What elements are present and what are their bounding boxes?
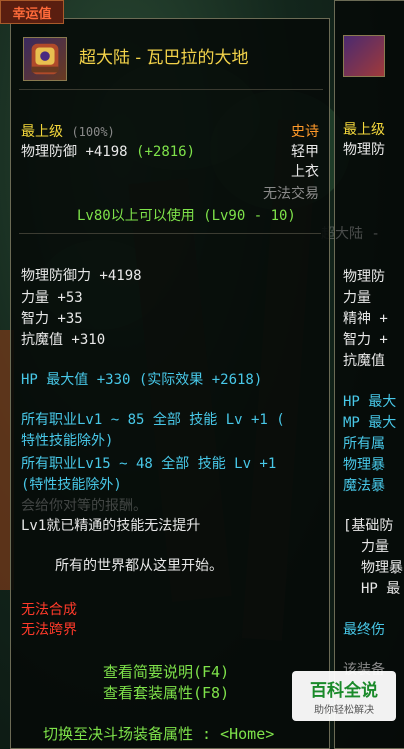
- rarity-label: 史诗: [291, 124, 319, 140]
- defense-value: +4198: [85, 144, 128, 160]
- compare-grade: 最上级: [343, 122, 385, 138]
- item-tooltip: 超大陆 - 瓦巴拉的大地 最上级 (100%) 史诗 物理防御 +4198 (+…: [10, 18, 330, 749]
- stat-line: 抗魔值 +310: [21, 332, 106, 348]
- compare-stat: 精神 +: [343, 311, 388, 327]
- stat-line: 物理防御力 +4198: [21, 268, 142, 284]
- compare-stat2: 所有属: [343, 436, 385, 452]
- tooltip-header: 超大陆 - 瓦巴拉的大地: [19, 29, 323, 90]
- armor-icon: [31, 43, 59, 75]
- restriction-line: 无法合成: [21, 602, 77, 618]
- restriction-line: 无法跨界: [21, 622, 77, 638]
- hp-line: HP 最大值 +330 (实际效果 +2618): [21, 372, 263, 388]
- item-grade: 最上级 (100%): [21, 121, 115, 141]
- compare-final: 最终伤: [343, 622, 385, 638]
- compare-box-line: HP 最: [361, 581, 401, 597]
- watermark-main: 百科全说: [310, 681, 378, 701]
- skill-line: 所有职业Lv15 ~ 48 全部 技能 Lv +1: [21, 456, 277, 472]
- compare-stat2: 物理暴: [343, 457, 385, 473]
- lucky-value-tab[interactable]: 幸运值: [0, 0, 64, 24]
- compare-item-icon: [343, 35, 385, 77]
- view-set-attributes-link[interactable]: 查看套装属性(F8): [103, 682, 229, 703]
- compare-stat2: MP 最大: [343, 415, 397, 431]
- compare-stat: 力量: [343, 290, 371, 306]
- stat-line: 智力 +35: [21, 311, 83, 327]
- flavor-text: 所有的世界都从这里开始。: [55, 558, 223, 574]
- compare-stat: 抗魔值: [343, 353, 385, 369]
- compare-stat: 智力 +: [343, 332, 388, 348]
- faded-background-text: 会给你对等的报酬。: [21, 498, 147, 514]
- watermark-sub: 助你轻松解决: [314, 705, 374, 716]
- compare-stat2: 魔法暴: [343, 478, 385, 494]
- stat-line: 力量 +53: [21, 290, 83, 306]
- skill-note: Lv1就已精通的技能无法提升: [21, 518, 201, 534]
- item-name: 超大陆 - 瓦巴拉的大地: [79, 48, 249, 68]
- skill-line: 特性技能除外): [21, 433, 114, 449]
- equip-slot: 上衣: [291, 164, 319, 180]
- compare-box-line: 物理暴: [361, 560, 403, 576]
- compare-box-line: 力量: [361, 539, 389, 555]
- grade-percent: (100%): [71, 125, 115, 139]
- compare-stat2: HP 最大: [343, 394, 397, 410]
- compare-stat: 物理防: [343, 269, 385, 285]
- trade-status: 无法交易: [263, 186, 319, 202]
- watermark-logo: 百科全说 助你轻松解决: [292, 671, 396, 721]
- compare-tooltip: 最上级 物理防 超大陆 - 物理防 力量 精神 + 智力 + 抗魔值 HP 最大…: [321, 0, 404, 749]
- skill-line: 所有职业Lv1 ~ 85 全部 技能 Lv +1 (: [21, 412, 285, 428]
- game-scene: 幸运值 最上级 物理防 超大陆 - 物理防 力量 精神 + 智力 + 抗魔值 H…: [0, 0, 404, 749]
- grade-label: 最上级: [21, 124, 63, 140]
- level-requirement: Lv80以上可以使用 (Lv90 - 10): [77, 208, 296, 224]
- armor-type: 轻甲: [291, 144, 319, 160]
- switch-arena-hint[interactable]: 切换至决斗场装备属性 : <Home>: [43, 723, 274, 744]
- defense-label: 物理防御: [21, 144, 77, 160]
- compare-defense: 物理防: [343, 142, 385, 158]
- skill-line: (特性技能除外): [21, 477, 122, 493]
- defense-bonus: (+2816): [136, 144, 196, 160]
- armor-item-icon: [23, 37, 67, 81]
- defense-line: 物理防御 +4198 (+2816): [21, 141, 195, 161]
- view-summary-link[interactable]: 查看简要说明(F4): [103, 661, 229, 682]
- compare-box-line: [基础防: [343, 518, 394, 534]
- divider: [19, 233, 321, 234]
